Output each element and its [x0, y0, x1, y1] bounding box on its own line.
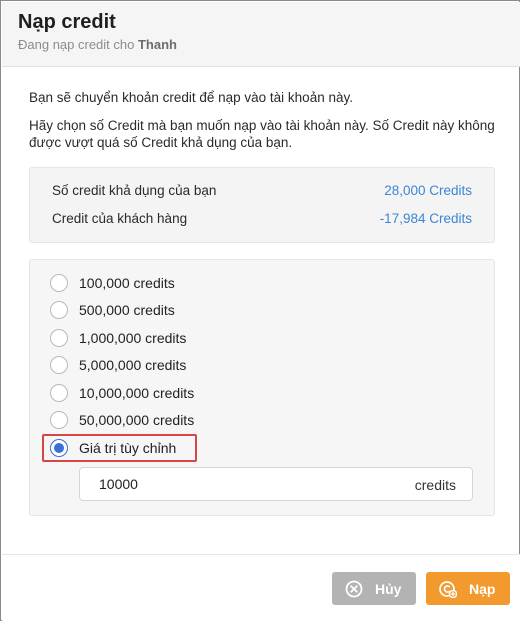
- topup-button[interactable]: Nạp: [426, 572, 510, 605]
- credit-info-box: Số credit khả dụng của bạn 28,000 Credit…: [29, 167, 495, 243]
- customer-credit-row: Credit của khách hàng -17,984 Credits: [52, 211, 472, 229]
- customer-credit-label: Credit của khách hàng: [52, 211, 188, 226]
- x-circle-icon: [345, 580, 363, 598]
- option-label: 50,000,000 credits: [79, 412, 195, 428]
- customer-credit-value: -17,984 Credits: [379, 211, 472, 226]
- available-credit-label: Số credit khả dụng của bạn: [52, 183, 217, 198]
- radio-button[interactable]: [50, 329, 68, 347]
- option-custom-value[interactable]: Giá trị tùy chỉnh: [50, 437, 350, 459]
- option-500000[interactable]: 500,000 credits: [50, 299, 350, 321]
- credit-options-box: 100,000 credits 500,000 credits 1,000,00…: [29, 259, 495, 516]
- option-10000000[interactable]: 10,000,000 credits: [50, 382, 350, 404]
- topup-button-label: Nạp: [469, 581, 496, 597]
- subtitle-customer-name: Thanh: [137, 37, 177, 52]
- available-credit-value: 28,000 Credits: [384, 183, 472, 198]
- available-credit-row: Số credit khả dụng của bạn 28,000 Credit…: [52, 183, 472, 201]
- radio-button[interactable]: [50, 274, 68, 292]
- option-50000000[interactable]: 50,000,000 credits: [50, 409, 350, 431]
- description-line-1: Bạn sẽ chuyển khoản credit để nạp vào tà…: [29, 90, 353, 105]
- subtitle-prefix: Đang nạp credit cho: [18, 37, 138, 52]
- custom-amount-input[interactable]: [80, 468, 400, 500]
- dialog-header: Nạp credit Đang nạp credit cho Thanh: [2, 2, 520, 67]
- option-1000000[interactable]: 1,000,000 credits: [50, 327, 350, 349]
- radio-button[interactable]: [50, 356, 68, 374]
- credit-plus-icon: [439, 581, 457, 598]
- option-label: 10,000,000 credits: [79, 385, 195, 401]
- radio-button[interactable]: [50, 301, 68, 319]
- option-5000000[interactable]: 5,000,000 credits: [50, 354, 350, 376]
- radio-button-checked[interactable]: [50, 439, 68, 457]
- option-label: 5,000,000 credits: [79, 357, 187, 373]
- radio-button[interactable]: [50, 384, 68, 402]
- dialog-title: Nạp credit: [18, 11, 116, 33]
- custom-amount-field[interactable]: credits: [79, 467, 473, 501]
- description-line-2: Hãy chọn số Credit mà bạn muốn nạp vào t…: [29, 118, 495, 150]
- cancel-button[interactable]: Hủy: [332, 572, 416, 605]
- option-label: 500,000 credits: [79, 302, 175, 318]
- option-label: 100,000 credits: [79, 275, 175, 291]
- dialog-subtitle: Đang nạp credit cho Thanh: [18, 37, 177, 52]
- cancel-button-label: Hủy: [375, 581, 402, 597]
- option-label: Giá trị tùy chỉnh: [79, 440, 177, 456]
- option-label: 1,000,000 credits: [79, 330, 187, 346]
- dialog-footer: Hủy Nạp: [2, 554, 520, 621]
- option-100000[interactable]: 100,000 credits: [50, 272, 350, 294]
- radio-button[interactable]: [50, 411, 68, 429]
- topup-credit-dialog: Nạp credit Đang nạp credit cho Thanh Bạn…: [0, 0, 520, 621]
- custom-amount-unit: credits: [414, 477, 456, 493]
